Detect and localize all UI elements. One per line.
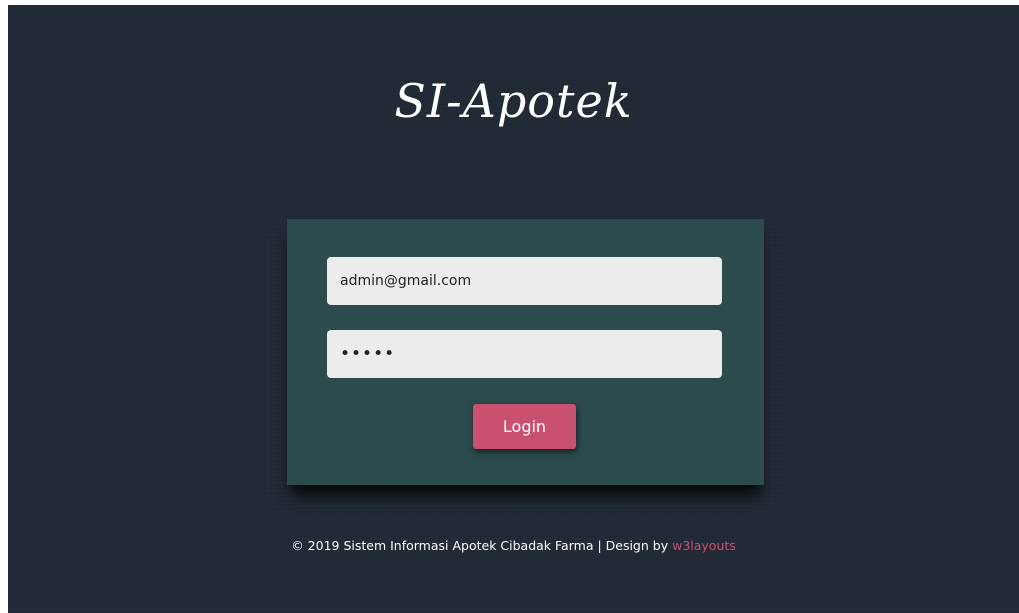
footer-copyright-text: © 2019 Sistem Informasi Apotek Cibadak F… <box>291 538 669 553</box>
login-panel: Login <box>287 219 764 485</box>
footer-credit-link[interactable]: w3layouts <box>672 538 736 553</box>
password-field[interactable] <box>327 330 722 378</box>
app-title: SI-Apotek <box>394 74 633 128</box>
page-background: SI-Apotek Login © 2019 Sistem Informasi … <box>8 5 1019 613</box>
login-button[interactable]: Login <box>473 404 576 449</box>
footer: © 2019 Sistem Informasi Apotek Cibadak F… <box>8 537 1019 555</box>
email-field[interactable] <box>327 257 722 305</box>
